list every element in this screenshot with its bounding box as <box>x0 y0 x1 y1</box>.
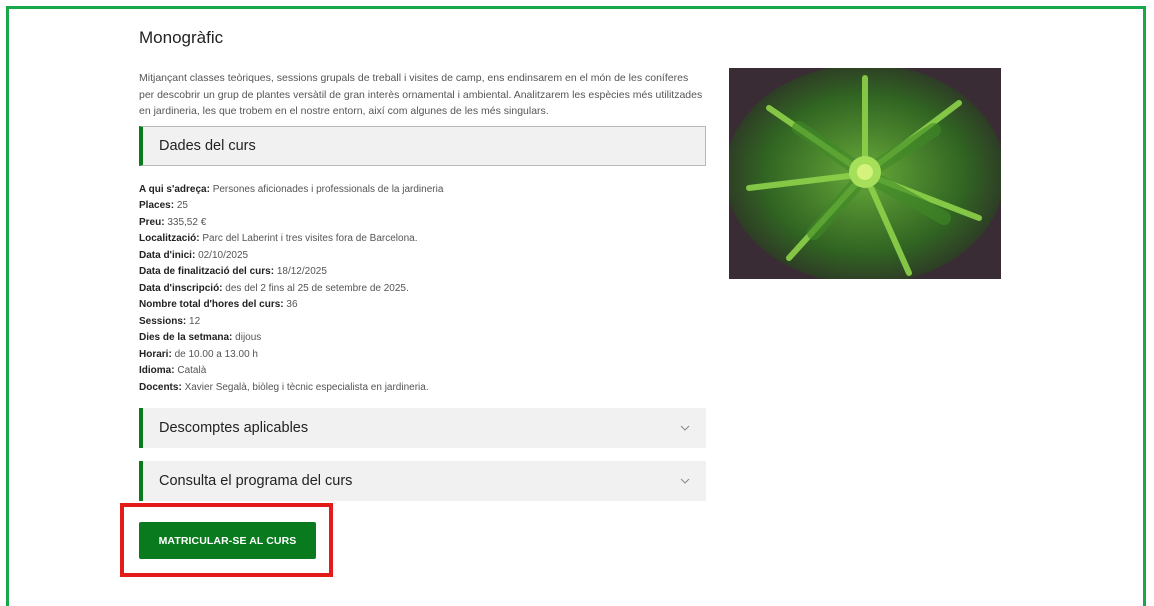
detail-row: Horari: de 10.00 a 13.00 h <box>139 348 258 360</box>
detail-row: Nombre total d'hores del curs: 36 <box>139 299 298 310</box>
detail-row: Places: 25 <box>139 200 188 211</box>
course-data-title: Dades del curs <box>159 137 256 154</box>
detail-row: Data de finalització del curs: 18/12/202… <box>139 266 327 277</box>
accordion-discounts[interactable]: Descomptes aplicables <box>139 408 706 448</box>
accordion-discounts-title: Descomptes aplicables <box>159 420 309 436</box>
accordion-program-title: Consulta el programa del curs <box>159 473 353 489</box>
course-data-header: Dades del curs <box>139 125 706 166</box>
course-content: Monogràfic Mitjançant classes teòriques,… <box>139 28 706 501</box>
accordion-program[interactable]: Consulta el programa del curs <box>139 461 706 501</box>
detail-row: Docents: Xavier Segalà, biòleg i tècnic … <box>139 381 429 393</box>
detail-row: Dies de la setmana: dijous <box>139 332 262 343</box>
course-details: A qui s'adreça: Persones aficionades i p… <box>139 182 706 397</box>
detail-row: Idioma: Català <box>139 365 207 376</box>
chevron-down-icon <box>680 425 690 431</box>
enroll-button[interactable]: MATRICULAR-SE AL CURS <box>139 522 316 559</box>
detail-row: Data d'inici: 02/10/2025 <box>139 249 249 261</box>
chevron-down-icon <box>680 478 690 484</box>
detail-row: Data d'inscripció: des del 2 fins al 25 … <box>139 282 409 294</box>
course-intro: Mitjançant classes teòriques, sessions g… <box>139 72 703 117</box>
detail-row: Sessions: 12 <box>139 315 201 327</box>
detail-row: A qui s'adreça: Persones aficionades i p… <box>139 183 444 195</box>
detail-row: Localització: Parc del Laberint i tres v… <box>139 233 418 244</box>
detail-row: Preu: 335,52 € <box>139 216 207 228</box>
page-title: Monogràfic <box>139 28 224 47</box>
conifer-photo <box>729 68 1001 279</box>
